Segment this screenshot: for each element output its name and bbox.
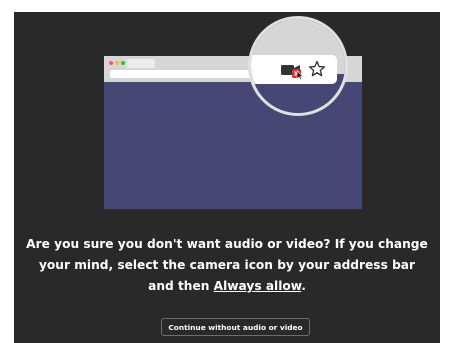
window-minimize-dot: [115, 61, 119, 65]
star-icon: [308, 60, 326, 77]
camera-blocked-icon: [281, 65, 304, 79]
always-allow-text: Always allow: [213, 279, 302, 293]
window-maximize-dot: [121, 61, 125, 65]
window-close-dot: [109, 61, 113, 65]
warning-message: Are you sure you don't want audio or vid…: [14, 234, 440, 297]
permission-dialog: Are you sure you don't want audio or vid…: [14, 12, 440, 343]
message-line-2: your mind, select the camera icon by you…: [38, 258, 416, 272]
continue-without-av-button[interactable]: Continue without audio or video: [161, 318, 310, 336]
magnifier-lens: [248, 16, 348, 116]
message-line-3-prefix: and then: [148, 279, 214, 293]
message-line-3-suffix: .: [301, 279, 306, 293]
browser-tab: [127, 59, 155, 68]
message-line-1: Are you sure you don't want audio or vid…: [26, 237, 428, 251]
